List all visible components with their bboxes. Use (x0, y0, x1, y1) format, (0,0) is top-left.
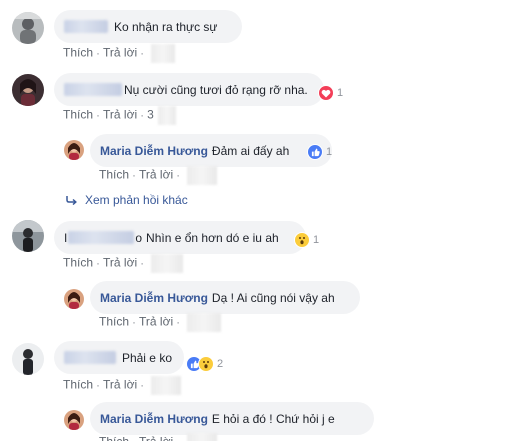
avatar[interactable] (12, 12, 44, 44)
blurred-name (64, 20, 108, 33)
comment-actions: Thích·Trả lời· (99, 433, 218, 441)
reaction-count[interactable]: 1 (294, 232, 319, 248)
avatar[interactable] (12, 220, 44, 252)
comment-text: Nhìn e ổn hơn dó e iu ah (146, 230, 279, 245)
comment-bubble: Phải e ko (54, 341, 184, 374)
blurred-timestamp[interactable] (187, 166, 218, 185)
blurred-name (64, 83, 122, 96)
comment-bubble: Ko nhận ra thực sự (54, 10, 242, 43)
comment-bubble: Nụ cười cũng tươi đỏ rạng rỡ nha. (54, 73, 324, 106)
reaction-count[interactable]: 1 (318, 85, 343, 101)
avatar[interactable] (12, 343, 44, 375)
blurred-timestamp[interactable] (151, 254, 184, 273)
wow-reaction-icon (294, 232, 310, 248)
avatar-image (12, 343, 44, 375)
comment-actions: Thích·Trả lời· (63, 376, 182, 395)
avatar[interactable] (64, 140, 84, 160)
avatar-image (12, 220, 44, 252)
blurred-name (68, 231, 135, 244)
avatar[interactable] (64, 410, 84, 430)
avatar-image (64, 289, 84, 309)
name-suffix[interactable]: o (135, 231, 142, 245)
avatar-image (64, 140, 84, 160)
blurred-name (64, 351, 116, 364)
avatar-image (64, 410, 84, 430)
reply-link[interactable]: Trả lời (139, 435, 173, 441)
view-more-replies-link[interactable]: Xem phản hồi khác (66, 193, 188, 207)
blurred-timestamp[interactable] (187, 313, 222, 332)
like-link[interactable]: Thích (63, 46, 93, 60)
blurred-timestamp[interactable] (151, 376, 182, 395)
like-link[interactable]: Thích (99, 435, 129, 441)
like-link[interactable]: Thích (63, 256, 93, 270)
reaction-count[interactable]: 1 (307, 144, 332, 160)
comment-bubble: I o Nhìn e ổn hơn dó e iu ah (54, 221, 306, 254)
reply-link[interactable]: Trả lời (139, 315, 173, 329)
reaction-count[interactable]: 2 (186, 356, 223, 372)
like-reaction-icon (307, 144, 323, 160)
avatar-image (12, 74, 44, 106)
reply-link[interactable]: Trả lời (139, 168, 173, 182)
comment-text: Phải e ko (121, 350, 172, 365)
like-link[interactable]: Thích (99, 315, 129, 329)
comment-actions: Thích·Trả lời· (99, 166, 218, 185)
comment-actions: Thích·Trả lời· (63, 254, 184, 273)
wow-reaction-icon (198, 356, 214, 372)
comment-text: Ko nhận ra thực sự (114, 19, 218, 34)
reply-bubble: Maria Diễm Hương E hỏi a đó ! Chứ hỏi j … (90, 402, 374, 435)
comment-actions: Thích·Trả lời· (99, 313, 222, 332)
avatar[interactable] (12, 74, 44, 106)
comment-actions: Thích·Trả lời· (63, 44, 176, 63)
blurred-timestamp[interactable] (187, 433, 218, 441)
avatar[interactable] (64, 289, 84, 309)
like-link[interactable]: Thích (63, 108, 93, 122)
reply-link[interactable]: Trả lời (103, 256, 137, 270)
love-reaction-icon (318, 85, 334, 101)
like-link[interactable]: Thích (63, 378, 93, 392)
timestamp-link[interactable]: 3 (147, 108, 154, 122)
reply-link[interactable]: Trả lời (103, 378, 137, 392)
commenter-name[interactable]: Maria Diễm Hương (100, 412, 208, 426)
reply-bubble: Maria Diễm Hương Dạ ! Ai cũng nói vậy ah (90, 281, 360, 314)
comment-text: Đảm ai đấy ah (211, 143, 290, 158)
reply-arrow-icon (66, 196, 77, 205)
name-prefix[interactable]: I (64, 231, 67, 245)
avatar-image (12, 12, 44, 44)
blurred-timestamp[interactable] (151, 44, 176, 63)
commenter-name[interactable]: Maria Diễm Hương (100, 144, 208, 158)
comment-text: Nụ cười cũng tươi đỏ rạng rỡ nha. (124, 82, 308, 97)
comment-text: Dạ ! Ai cũng nói vậy ah (211, 290, 335, 305)
reply-link[interactable]: Trả lời (103, 46, 137, 60)
comment-actions: Thích · Trả lời · 3 (63, 106, 176, 125)
commenter-name[interactable]: Maria Diễm Hương (100, 291, 208, 305)
blurred-timestamp[interactable] (157, 106, 176, 125)
comment-text: E hỏi a đó ! Chứ hỏi j e (211, 411, 335, 426)
like-link[interactable]: Thích (99, 168, 129, 182)
reply-link[interactable]: Trả lời (103, 108, 137, 122)
reply-bubble: Maria Diễm Hương Đảm ai đấy ah (90, 134, 332, 167)
